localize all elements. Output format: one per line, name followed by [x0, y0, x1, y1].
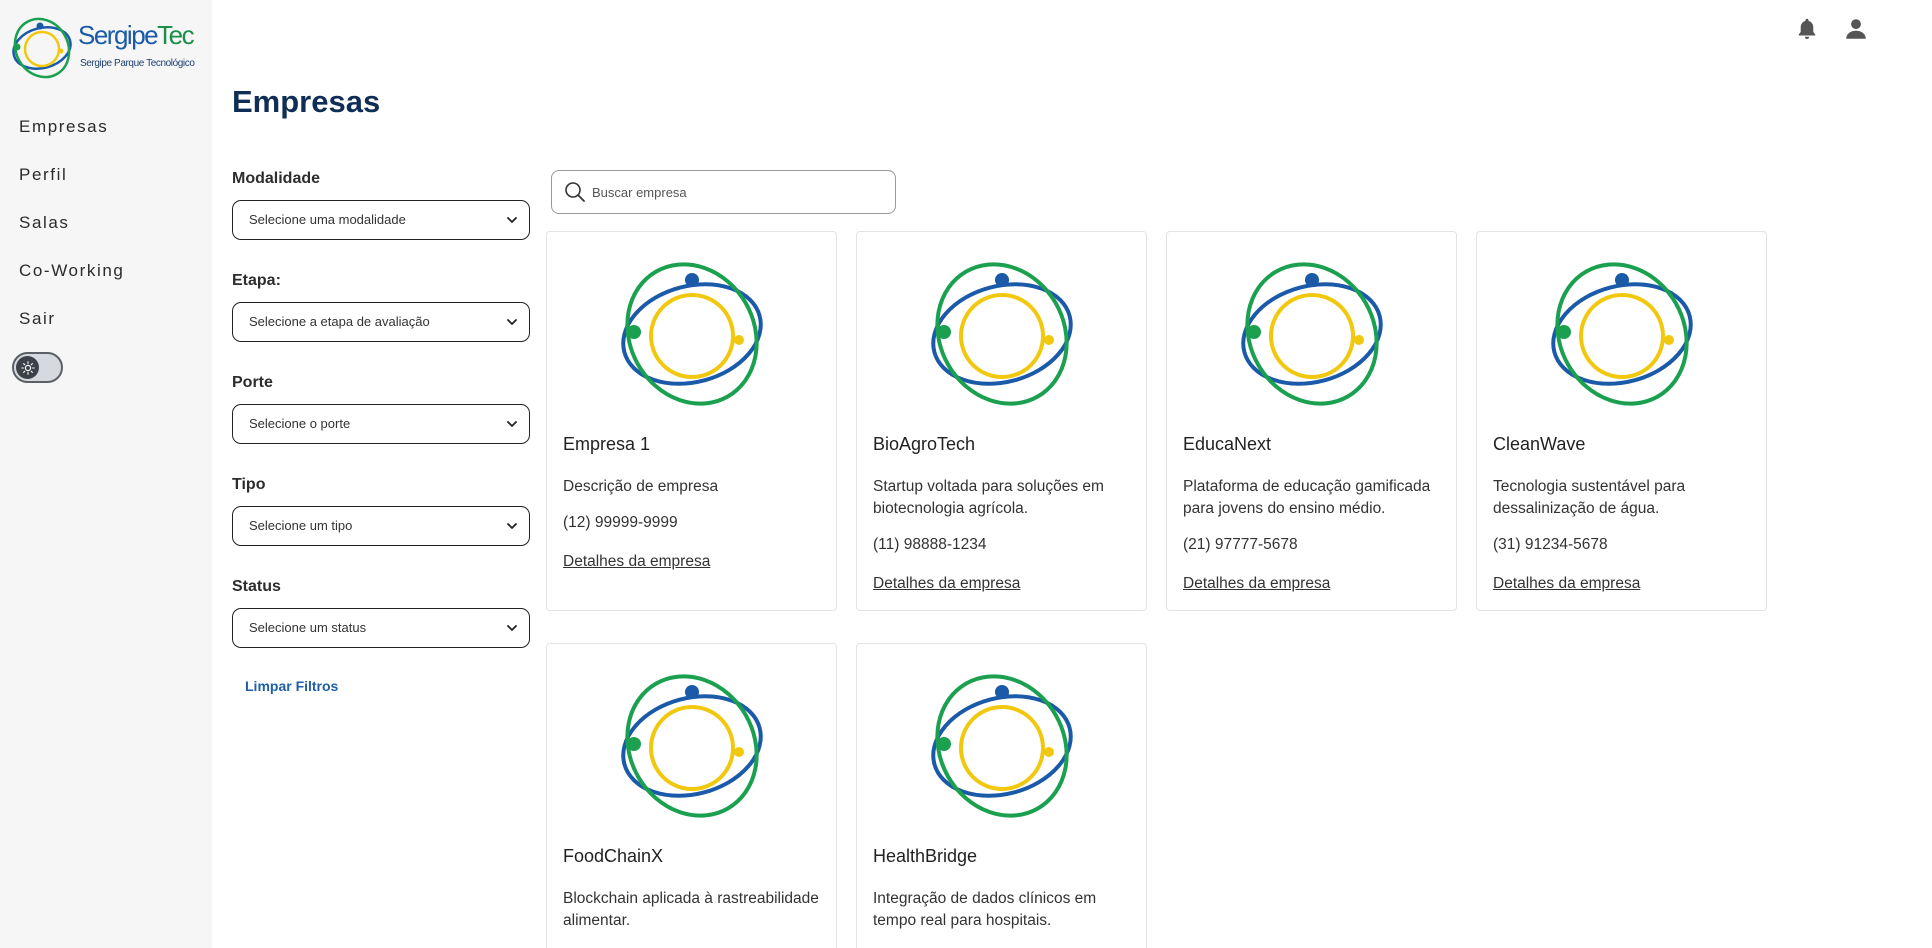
- company-name: HealthBridge: [873, 846, 978, 866]
- company-logo: [925, 668, 1079, 827]
- company-phone: (31) 91234-5678: [1493, 536, 1608, 553]
- company-description: Plataforma de educação gamificada para j…: [1183, 478, 1431, 517]
- status-select-value: Selecione um status: [249, 620, 367, 635]
- tipo-select[interactable]: Selecione um tipo: [232, 506, 530, 546]
- filter-label-etapa: Etapa:: [232, 272, 281, 289]
- filter-label-status: Status: [232, 578, 281, 595]
- filters-panel: Modalidade Selecione uma modalidade Etap…: [232, 168, 530, 696]
- modalidade-select-value: Selecione uma modalidade: [249, 212, 406, 227]
- company-logo: [615, 256, 769, 415]
- chevron-down-icon: [507, 217, 517, 223]
- status-select[interactable]: Selecione um status: [232, 608, 530, 648]
- chevron-down-icon: [507, 625, 517, 631]
- company-details-link[interactable]: Detalhes da empresa: [1493, 575, 1640, 593]
- modalidade-select[interactable]: Selecione uma modalidade: [232, 200, 530, 240]
- company-details-link[interactable]: Detalhes da empresa: [1183, 575, 1330, 593]
- company-description: Startup voltada para soluções em biotecn…: [873, 478, 1104, 517]
- search-box: [551, 170, 896, 214]
- chevron-down-icon: [507, 421, 517, 427]
- company-description: Blockchain aplicada à rastreabilidade al…: [563, 890, 819, 929]
- brand-subtitle: Sergipe Parque Tecnológico: [80, 58, 195, 69]
- chevron-down-icon: [507, 319, 517, 325]
- brand-emblem-icon: [12, 17, 72, 79]
- sidebar-item-salas[interactable]: Salas: [19, 210, 124, 258]
- notifications-button[interactable]: [1794, 16, 1820, 42]
- company-logo-icon: [621, 262, 763, 406]
- company-name: CleanWave: [1493, 434, 1586, 454]
- company-card: EducaNext Plataforma de educação gamific…: [1166, 231, 1457, 611]
- porte-select[interactable]: Selecione o porte: [232, 404, 530, 444]
- etapa-select[interactable]: Selecione a etapa de avaliação: [232, 302, 530, 342]
- sidebar-item-empresas[interactable]: Empresas: [19, 114, 124, 162]
- sidebar: SergipeTec Sergipe Parque Tecnológico Em…: [0, 0, 212, 948]
- company-name: Empresa 1: [563, 434, 651, 454]
- brand-logo[interactable]: SergipeTec Sergipe Parque Tecnológico: [10, 14, 200, 84]
- company-logo-icon: [931, 262, 1073, 406]
- company-phone: (12) 99999-9999: [563, 514, 678, 531]
- user-account-button[interactable]: [1843, 16, 1869, 42]
- chevron-down-icon: [507, 523, 517, 529]
- company-card: Empresa 1 Descrição de empresa (12) 9999…: [546, 231, 837, 611]
- company-logo-icon: [931, 674, 1073, 818]
- company-description: Tecnologia sustentável para dessalinizaç…: [1493, 478, 1686, 517]
- company-details-link[interactable]: Detalhes da empresa: [563, 553, 710, 571]
- company-logo: [925, 256, 1079, 415]
- sidebar-item-sair[interactable]: Sair: [19, 306, 124, 354]
- company-name: FoodChainX: [563, 846, 664, 866]
- filter-label-tipo: Tipo: [232, 476, 266, 493]
- clear-filters-link[interactable]: Limpar Filtros: [245, 678, 338, 694]
- company-card: FoodChainX Blockchain aplicada à rastrea…: [546, 643, 837, 948]
- company-name: EducaNext: [1183, 434, 1272, 454]
- etapa-select-value: Selecione a etapa de avaliação: [249, 314, 430, 329]
- sidebar-item-coworking[interactable]: Co-Working: [19, 258, 124, 306]
- company-logo-icon: [621, 674, 763, 818]
- brand-name: SergipeTec: [78, 20, 195, 50]
- porte-select-value: Selecione o porte: [249, 416, 351, 431]
- company-logo-icon: [1241, 262, 1383, 406]
- company-name: BioAgroTech: [873, 434, 976, 454]
- company-description: Integração de dados clínicos em tempo re…: [873, 890, 1097, 929]
- company-card: CleanWave Tecnologia sustentável para de…: [1476, 231, 1767, 611]
- sidebar-nav: Empresas Perfil Salas Co-Working Sair: [19, 114, 124, 354]
- search-input[interactable]: [592, 179, 882, 205]
- tipo-select-value: Selecione um tipo: [249, 518, 353, 533]
- company-card: BioAgroTech Startup voltada para soluçõe…: [856, 231, 1147, 611]
- company-logo-icon: [1551, 262, 1693, 406]
- toggle-knob: [16, 356, 39, 379]
- company-card: HealthBridge Integração de dados clínico…: [856, 643, 1147, 948]
- search-icon: [565, 182, 585, 202]
- filter-label-modalidade: Modalidade: [232, 170, 321, 187]
- company-phone: (11) 98888-1234: [873, 536, 987, 553]
- sun-icon: [20, 360, 35, 375]
- user-icon: [1846, 19, 1866, 39]
- company-phone: (21) 97777-5678: [1183, 536, 1298, 553]
- sidebar-item-perfil[interactable]: Perfil: [19, 162, 124, 210]
- company-description: Descrição de empresa: [563, 478, 719, 495]
- filter-label-porte: Porte: [232, 374, 273, 391]
- page-title: Empresas: [232, 84, 381, 119]
- company-logo: [1235, 256, 1389, 415]
- company-logo: [1545, 256, 1699, 415]
- company-details-link[interactable]: Detalhes da empresa: [873, 575, 1020, 593]
- theme-toggle[interactable]: [12, 352, 63, 383]
- bell-icon: [1798, 18, 1816, 39]
- company-logo: [615, 668, 769, 827]
